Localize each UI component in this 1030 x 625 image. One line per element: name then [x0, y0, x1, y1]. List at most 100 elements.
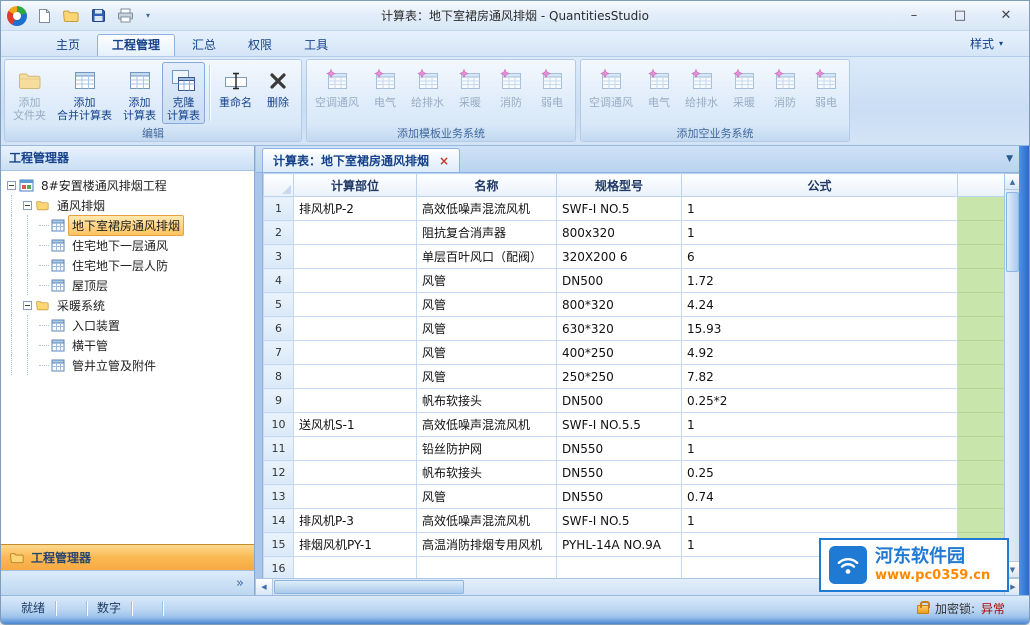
- cell-name[interactable]: 高温消防排烟专用风机: [417, 533, 557, 557]
- cell-extra[interactable]: [958, 509, 1005, 533]
- app-logo-icon[interactable]: [7, 6, 27, 26]
- cell-name[interactable]: 风管: [417, 485, 557, 509]
- cell-spec[interactable]: PYHL-14A NO.9A: [557, 533, 682, 557]
- cell-part[interactable]: [294, 293, 417, 317]
- cell-part[interactable]: 排风机P-2: [294, 197, 417, 221]
- add-sheet-button[interactable]: 添加 计算表: [118, 62, 161, 124]
- ribbon-tab-project-management[interactable]: 工程管理: [97, 34, 175, 56]
- cell-extra[interactable]: [958, 389, 1005, 413]
- cell-spec[interactable]: SWF-I NO.5: [557, 509, 682, 533]
- open-icon[interactable]: [61, 6, 81, 26]
- project-manager-pane-button[interactable]: 工程管理器: [1, 544, 254, 570]
- cell-spec[interactable]: 800x320: [557, 221, 682, 245]
- cell-part[interactable]: 送风机S-1: [294, 413, 417, 437]
- empty-fire-button[interactable]: 消防: [765, 62, 805, 124]
- cell-part[interactable]: [294, 461, 417, 485]
- cell-name[interactable]: 帆布软接头: [417, 389, 557, 413]
- add-merged-sheet-button[interactable]: 添加 合并计算表: [52, 62, 117, 124]
- row-number[interactable]: 5: [264, 293, 294, 317]
- cell-spec[interactable]: [557, 557, 682, 579]
- cell-name[interactable]: 高效低噪声混流风机: [417, 197, 557, 221]
- cell-part[interactable]: 排风机P-3: [294, 509, 417, 533]
- cell-formula[interactable]: 1: [682, 197, 958, 221]
- template-low-voltage-button[interactable]: 弱电: [532, 62, 572, 124]
- tab-close-icon[interactable]: ×: [439, 154, 449, 168]
- cell-name[interactable]: 风管: [417, 317, 557, 341]
- cell-part[interactable]: [294, 269, 417, 293]
- cell-name[interactable]: 阻抗复合消声器: [417, 221, 557, 245]
- template-electrical-button[interactable]: 电气: [365, 62, 405, 124]
- cell-part[interactable]: [294, 365, 417, 389]
- template-hvac-button[interactable]: 空调通风: [310, 62, 364, 124]
- cell-formula[interactable]: 1: [682, 221, 958, 245]
- maximize-button[interactable]: □: [937, 2, 983, 30]
- cell-part[interactable]: [294, 389, 417, 413]
- tree-item[interactable]: 8#安置楼通风排烟工程: [1, 175, 254, 195]
- new-document-icon[interactable]: [34, 6, 54, 26]
- tab-list-dropdown-icon[interactable]: ▼: [1006, 154, 1013, 164]
- cell-formula[interactable]: 1.72: [682, 269, 958, 293]
- qat-customize-dropdown[interactable]: ▾: [142, 11, 154, 20]
- cell-spec[interactable]: DN550: [557, 485, 682, 509]
- delete-button[interactable]: 删除: [258, 62, 298, 124]
- cell-part[interactable]: [294, 221, 417, 245]
- rename-button[interactable]: 重命名: [214, 62, 257, 124]
- cell-extra[interactable]: [958, 485, 1005, 509]
- row-number[interactable]: 9: [264, 389, 294, 413]
- template-plumbing-button[interactable]: 给排水: [406, 62, 449, 124]
- row-number[interactable]: 10: [264, 413, 294, 437]
- row-number[interactable]: 3: [264, 245, 294, 269]
- cell-extra[interactable]: [958, 437, 1005, 461]
- row-number[interactable]: 2: [264, 221, 294, 245]
- cell-spec[interactable]: 630*320: [557, 317, 682, 341]
- scroll-up-icon[interactable]: ▲: [1005, 174, 1020, 190]
- cell-part[interactable]: [294, 437, 417, 461]
- cell-formula[interactable]: 1: [682, 509, 958, 533]
- cell-part[interactable]: [294, 557, 417, 579]
- save-icon[interactable]: [88, 6, 108, 26]
- cell-spec[interactable]: 800*320: [557, 293, 682, 317]
- cell-formula[interactable]: 0.25*2: [682, 389, 958, 413]
- cell-extra[interactable]: [958, 341, 1005, 365]
- cell-spec[interactable]: 400*250: [557, 341, 682, 365]
- cell-formula[interactable]: 0.74: [682, 485, 958, 509]
- cell-name[interactable]: 风管: [417, 365, 557, 389]
- cell-spec[interactable]: 320X200 6: [557, 245, 682, 269]
- ribbon-tab-permissions[interactable]: 权限: [233, 34, 287, 56]
- row-number[interactable]: 14: [264, 509, 294, 533]
- scroll-left-icon[interactable]: ◀: [256, 579, 273, 595]
- empty-low-voltage-button[interactable]: 弱电: [806, 62, 846, 124]
- ribbon-tab-home[interactable]: 主页: [41, 34, 95, 56]
- tree-item[interactable]: 地下室裙房通风排烟: [1, 215, 254, 235]
- row-number[interactable]: 13: [264, 485, 294, 509]
- cell-spec[interactable]: DN500: [557, 269, 682, 293]
- cell-part[interactable]: [294, 317, 417, 341]
- cell-formula[interactable]: 4.92: [682, 341, 958, 365]
- row-number[interactable]: 7: [264, 341, 294, 365]
- cell-spec[interactable]: DN500: [557, 389, 682, 413]
- empty-hvac-button[interactable]: 空调通风: [584, 62, 638, 124]
- close-button[interactable]: ✕: [983, 2, 1029, 30]
- empty-plumbing-button[interactable]: 给排水: [680, 62, 723, 124]
- minimize-button[interactable]: –: [891, 2, 937, 30]
- row-number[interactable]: 4: [264, 269, 294, 293]
- row-number[interactable]: 11: [264, 437, 294, 461]
- tree-expander-icon[interactable]: [23, 301, 32, 310]
- cell-part[interactable]: [294, 245, 417, 269]
- cell-formula[interactable]: 6: [682, 245, 958, 269]
- row-number[interactable]: 16: [264, 557, 294, 579]
- style-menu-button[interactable]: 样式 ▾: [970, 35, 1003, 56]
- print-icon[interactable]: [115, 6, 135, 26]
- collapse-chevrons[interactable]: »: [236, 576, 244, 591]
- add-folder-button[interactable]: 添加 文件夹: [8, 62, 51, 124]
- column-header[interactable]: 公式: [682, 174, 958, 197]
- row-number[interactable]: 12: [264, 461, 294, 485]
- tree-item[interactable]: 采暖系统: [1, 295, 254, 315]
- cell-spec[interactable]: DN550: [557, 437, 682, 461]
- cell-part[interactable]: [294, 341, 417, 365]
- template-fire-button[interactable]: 消防: [491, 62, 531, 124]
- cell-name[interactable]: 风管: [417, 293, 557, 317]
- empty-heating-button[interactable]: 采暖: [724, 62, 764, 124]
- tree-item[interactable]: 通风排烟: [1, 195, 254, 215]
- cell-spec[interactable]: 250*250: [557, 365, 682, 389]
